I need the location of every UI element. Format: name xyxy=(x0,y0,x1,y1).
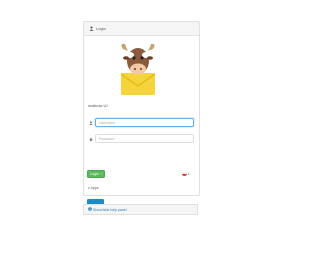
help-link-text: Show/hide help panel xyxy=(93,207,127,212)
user-icon xyxy=(89,26,94,31)
chevron-down-icon: ▾ xyxy=(188,172,190,176)
login-panel: Login mailcow UI Username Login › ▾ ▾ Ap… xyxy=(83,21,200,212)
password-input[interactable] xyxy=(95,134,194,143)
apps-label: Apps xyxy=(90,186,99,190)
chevron-right-icon: › xyxy=(100,172,102,176)
login-button-label: Login xyxy=(90,172,99,176)
user-icon xyxy=(87,118,95,127)
info-icon xyxy=(88,207,92,212)
lock-icon xyxy=(87,134,95,143)
help-toggle-link[interactable]: Show/hide help panel xyxy=(88,207,126,212)
apps-toggle[interactable]: ▾ Apps xyxy=(88,186,99,190)
language-selector[interactable]: ▾ xyxy=(182,172,190,176)
username-input[interactable] xyxy=(95,118,194,127)
login-button[interactable]: Login › xyxy=(87,170,105,178)
chevron-down-icon: ▾ xyxy=(88,186,90,190)
app-version: mailcow UI xyxy=(88,103,108,108)
panel-title: Login xyxy=(96,26,106,31)
password-field xyxy=(87,134,195,143)
language-flag-icon xyxy=(182,172,187,176)
panel-heading: Login xyxy=(84,22,199,36)
mailcow-logo xyxy=(115,41,161,101)
username-field xyxy=(87,118,195,127)
help-panel: Show/hide help panel xyxy=(83,204,198,215)
